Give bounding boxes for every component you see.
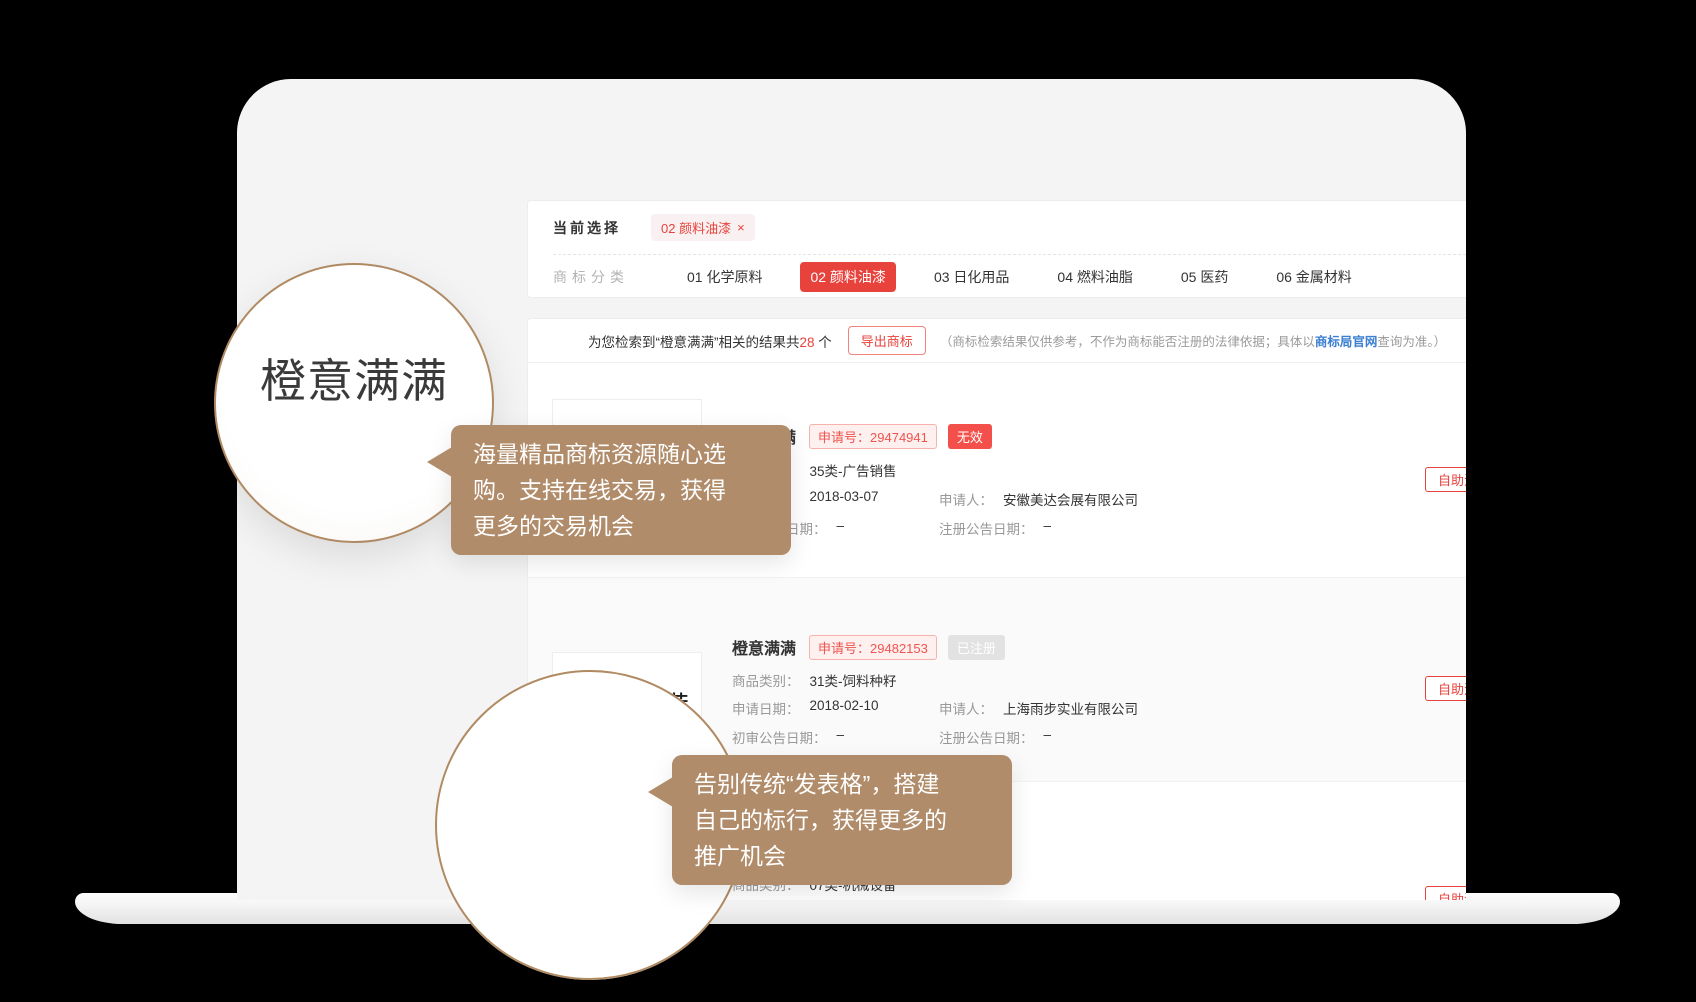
applicant-value: 上海雨步实业有限公司 (1003, 698, 1138, 718)
date-value: 2018-02-10 (810, 698, 879, 718)
category-label: 商品类别： (732, 670, 800, 690)
applicant-label: 申请人： (939, 489, 993, 509)
date-value: 2018-03-07 (810, 489, 879, 509)
reg-pub-label: 注册公告日期： (939, 518, 1034, 538)
application-number-badge: 申请号：29474941 (809, 424, 937, 449)
results-summary-text: 为您检索到“橙意满满”相关的结果共 (588, 335, 800, 350)
category-list: 01 化学原料 02 颜料油漆 03 日化用品 04 燃料油脂 05 医药 06… (677, 262, 1362, 292)
category-chip-05[interactable]: 05 医药 (1171, 262, 1238, 292)
current-selection-row: 当前选择 02 颜料油漆 × 全部清除 (553, 201, 1466, 254)
results-summary: 为您检索到“橙意满满”相关的结果共28 个 (588, 331, 832, 351)
category-chip-02-active[interactable]: 02 颜料油漆 (800, 262, 895, 292)
category-value: 31类-饲料种籽 (810, 670, 897, 690)
trademark-name: 橙意满满 (732, 635, 796, 659)
self-register-button[interactable]: 自助注册 (1425, 886, 1466, 900)
date-label: 申请日期： (732, 698, 800, 718)
magnified-trademark-text: 橙意满满 (260, 345, 448, 411)
results-header: 为您检索到“橙意满满”相关的结果共28 个 导出商标 （商标检索结果仅供参考，不… (528, 319, 1466, 363)
category-row: 商标分类 01 化学原料 02 颜料油漆 03 日化用品 04 燃料油脂 05 … (553, 254, 1466, 299)
first-pub-label: 初审公告日期： (732, 727, 827, 747)
filter-panel: 当前选择 02 颜料油漆 × 全部清除 商标分类 01 化学原料 02 颜料油漆… (527, 200, 1466, 298)
category-value: 35类-广告销售 (810, 460, 897, 480)
results-disclaimer: （商标检索结果仅供参考，不作为商标能否注册的法律依据；具体以商标局官网查询为准。… (940, 331, 1446, 350)
category-row-label: 商标分类 (553, 267, 629, 287)
close-icon[interactable]: × (737, 220, 745, 235)
export-trademark-button[interactable]: 导出商标 (848, 326, 926, 355)
category-chip-01[interactable]: 01 化学原料 (677, 262, 772, 292)
applicant-value: 安徽美达会展有限公司 (1003, 489, 1138, 509)
tooltip-arrow (648, 777, 673, 807)
row-title-line: 橙意满满 申请号：29482153 已注册 (732, 636, 1005, 658)
category-chip-06[interactable]: 06 金属材料 (1266, 262, 1361, 292)
tooltip-promotion: 告别传统“发表格”，搭建 自己的标行，获得更多的 推广机会 (672, 755, 1012, 885)
page: 当前选择 02 颜料油漆 × 全部清除 商标分类 01 化学原料 02 颜料油漆… (0, 0, 1696, 1002)
reg-pub-label: 注册公告日期： (939, 727, 1034, 747)
self-register-button[interactable]: 自助注册 (1425, 676, 1466, 701)
applicant-label: 申请人： (939, 698, 993, 718)
status-badge: 无效 (948, 424, 992, 449)
current-selection-label: 当前选择 (553, 218, 621, 238)
tooltip-arrow (427, 447, 452, 477)
selected-filter-tag-text: 02 颜料油漆 (661, 218, 731, 237)
category-chip-03[interactable]: 03 日化用品 (924, 262, 1019, 292)
category-chip-04[interactable]: 04 燃料油脂 (1047, 262, 1142, 292)
self-register-button[interactable]: 自助注册 (1425, 467, 1466, 492)
results-count: 28 (800, 335, 815, 350)
selected-filter-tag[interactable]: 02 颜料油漆 × (651, 214, 755, 241)
application-number-badge: 申请号：29482153 (809, 635, 937, 660)
trademark-office-link[interactable]: 商标局官网 (1315, 335, 1378, 349)
tooltip-trade-resources: 海量精品商标资源随心选 购。支持在线交易，获得 更多的交易机会 (451, 425, 791, 555)
status-badge: 已注册 (948, 635, 1005, 660)
